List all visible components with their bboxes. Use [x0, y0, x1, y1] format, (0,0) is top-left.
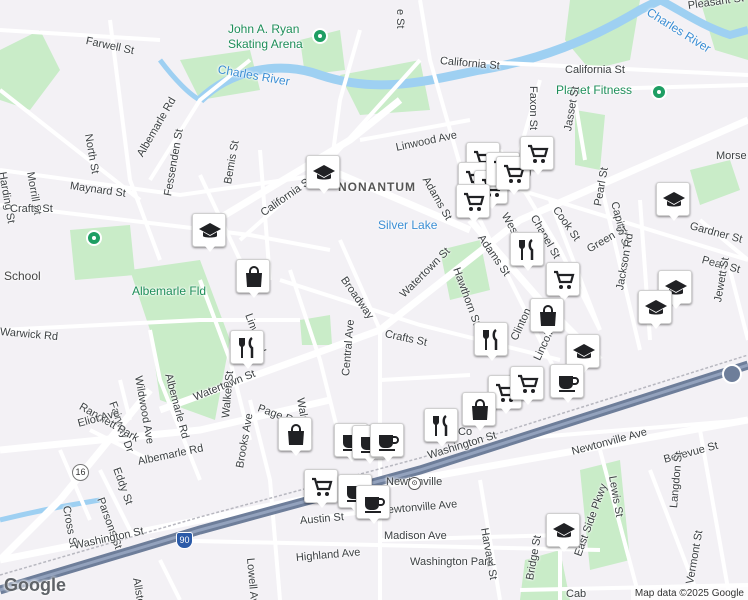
label-crafts-w: Crafts St	[10, 203, 53, 215]
school-pin[interactable]	[546, 513, 580, 552]
shopping-pin[interactable]	[236, 259, 270, 298]
cafe-pin[interactable]	[550, 364, 584, 403]
route-16-shield-b: 16	[72, 464, 89, 481]
restaurant-pin[interactable]	[424, 408, 458, 447]
label-madison: Madison Ave	[384, 530, 447, 542]
i90-shield: 90	[176, 532, 193, 549]
cart-pin[interactable]	[510, 366, 544, 405]
label-john-ryan: John A. Ryan Skating Arena	[228, 22, 303, 51]
cafe-pin[interactable]	[356, 485, 390, 524]
label-school: School	[4, 269, 41, 283]
school-pin[interactable]	[638, 290, 672, 329]
label-cab: Cab	[566, 588, 587, 600]
park-place-icon[interactable]	[86, 230, 102, 246]
label-silver-lake: Silver Lake	[378, 218, 438, 232]
restaurant-pin[interactable]	[230, 330, 264, 369]
label-nonantum: NONANTUM	[338, 180, 416, 194]
shopping-pin[interactable]	[530, 298, 564, 337]
map-arrow-marker[interactable]	[722, 364, 742, 384]
school-pin[interactable]	[656, 182, 690, 221]
restaurant-pin[interactable]	[510, 232, 544, 271]
label-albemarle-fld: Albemarle Fld	[132, 284, 207, 298]
label-washington-park: Washington Park	[410, 556, 494, 568]
cart-pin[interactable]	[520, 136, 554, 175]
shopping-pin[interactable]	[462, 392, 496, 431]
label-faxon: Faxon St	[527, 86, 539, 131]
restaurant-pin[interactable]	[474, 322, 508, 361]
school-pin[interactable]	[566, 334, 600, 373]
school-pin[interactable]	[192, 213, 226, 252]
train-station-icon[interactable]: ⊙	[408, 477, 421, 490]
map-attribution[interactable]: Map data ©2025 Google	[630, 587, 748, 600]
arena-place-icon[interactable]	[312, 28, 328, 44]
school-pin[interactable]	[306, 155, 340, 194]
gym-place-icon[interactable]	[651, 84, 667, 100]
cafe-pin[interactable]	[370, 423, 404, 462]
cart-pin[interactable]	[304, 469, 338, 508]
cart-pin[interactable]	[456, 184, 490, 223]
shopping-pin[interactable]	[278, 417, 312, 456]
label-morse: Morse	[716, 150, 747, 162]
map-canvas[interactable]: John A. Ryan Skating Arena Farwell St Ch…	[0, 0, 748, 600]
label-california-3: California St	[565, 64, 625, 76]
cart-pin[interactable]	[546, 262, 580, 301]
label-co: Co	[458, 426, 473, 438]
google-logo: Google	[4, 575, 66, 595]
label-st-n: e St	[394, 9, 406, 29]
